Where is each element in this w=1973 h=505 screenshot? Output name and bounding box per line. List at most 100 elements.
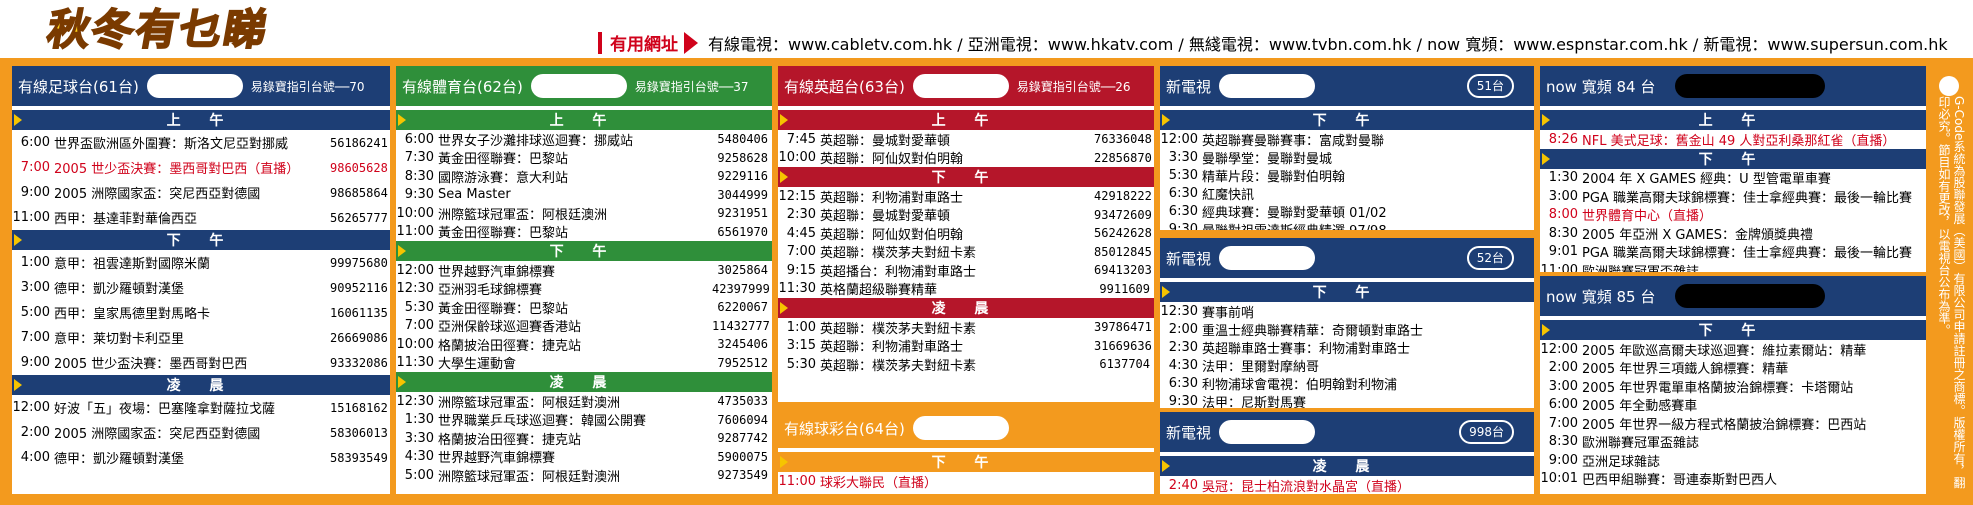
program-title: 英超聯：利物浦對車路士: [820, 340, 964, 355]
schedule: 上 午 6:00 世界盃歐洲區外圍賽：斯洛文尼亞對挪威 56186241 7:00 200…: [12, 110, 390, 470]
program-code: 9231951: [717, 206, 768, 221]
program-title: 西甲：皇家馬德里對馬略卡: [54, 307, 211, 322]
logo: 秋 冬 有 乜 睇: [43, 4, 388, 55]
channel-panel: 有線足球台(61台) 易錄寶指引台號──70 上 午 6:00 世界盃歐洲區外圍賽：斯洛…: [12, 66, 390, 494]
program-title: 西甲：基達菲對華倫西亞: [54, 212, 198, 227]
panel-header: 新電視 51台: [1160, 66, 1534, 106]
program-time: 11:00: [12, 210, 50, 225]
schedule-row: 12:00 2005 年歐巡高爾夫球巡迴賽：維拉素爾站：精華: [1540, 340, 1926, 359]
program-time: 9:01: [1548, 244, 1578, 260]
schedule-row: 11:30 英格蘭超級聯賽精華 9911609: [778, 280, 1154, 298]
channel-number-badge: 998台: [1459, 420, 1514, 444]
program-code: 22856870: [1094, 150, 1152, 165]
channel-title: now 寬頻 84 台: [1546, 77, 1656, 96]
guide-number: 易錄寶指引台號──37: [634, 79, 749, 94]
program-time: 4:30: [1168, 357, 1198, 373]
program-title: 歐洲聯賽冠軍盃雜誌: [1582, 261, 1926, 272]
program-code: 98685864: [330, 185, 388, 200]
program-title: 洲際籃球冠軍盃：阿根廷對澳洲: [438, 395, 621, 411]
program-code: 56242628: [1094, 226, 1152, 241]
program-title: 法甲：尼斯對馬賽: [1202, 395, 1307, 409]
program-time: 7:00: [20, 330, 50, 345]
program-time: 9:30: [404, 187, 434, 203]
schedule-row: 9:30 Sea Master 3044999: [396, 186, 772, 205]
program-time: 8:30: [1548, 225, 1578, 241]
program-time: 2:30: [786, 207, 816, 223]
panel-header: 有線體育台(62台) 易錄寶指引台號──37: [396, 66, 772, 106]
logo-placeholder: [912, 416, 1009, 440]
program-time: 3:00: [20, 280, 50, 295]
program-code: 5900075: [717, 449, 768, 464]
program-time: 3:30: [1168, 149, 1198, 165]
program-time: 4:30: [404, 449, 434, 465]
program-time: 11:00: [1540, 262, 1578, 272]
program-time: 7:45: [786, 131, 816, 147]
program-title: PGA 職業高爾夫球錦標賽：佳士拿經典賽：最後一輪比賽: [1582, 246, 1912, 261]
schedule-row: 9:00 2005 洲際國家盃：突尼西亞對德國 98685864: [12, 180, 390, 205]
program-time: 8:00: [1548, 207, 1578, 223]
schedule-row: 5:30 黃金田徑聯賽：巴黎站 6220067: [396, 298, 772, 317]
program-time: 8:30: [1548, 434, 1578, 450]
program-title: 黃金田徑聯賽：巴黎站: [438, 152, 569, 167]
program-title: 2005 洲際國家盃：突尼西亞對德國: [54, 187, 261, 202]
program-time: 6:00: [20, 135, 50, 150]
section-header: 凌 晨: [778, 298, 1154, 318]
channel-title: 有線英超台(63台): [784, 77, 905, 96]
program-title: 英超聯：曼城對愛華頓: [820, 133, 951, 149]
schedule-row: 11:00 西甲：基達菲對華倫西亞 56265777: [12, 205, 390, 230]
channel-title: 新電視: [1166, 423, 1212, 442]
program-time: 12:15: [778, 188, 816, 204]
program-time: 10:00: [778, 150, 816, 166]
schedule-row: 12:15 英超聯：利物浦對車路士 42918222: [778, 187, 1154, 206]
schedule-row: 11:00 歐洲聯賽冠軍盃雜誌: [1540, 261, 1926, 272]
program-title: 世界越野汽車錦標賽: [438, 264, 556, 280]
program-time: 11:30: [778, 281, 816, 297]
channel-panel: 有線英超台(63台) 易錄寶指引台號──26 上 午 7:45 英超聯：曼城對愛華頓 76…: [778, 66, 1154, 402]
schedule-row: 4:45 英超聯：阿仙奴對伯明翰 56242628: [778, 224, 1154, 243]
logo-placeholder: [1219, 74, 1316, 98]
program-code: 93332086: [330, 355, 388, 370]
schedule-row: 2:00 2005 年世界三項鐵人錦標賽：精華: [1540, 359, 1926, 377]
program-time: 12:00: [1540, 341, 1578, 357]
program-code: 56265777: [330, 210, 388, 225]
panel-header: 有線足球台(61台) 易錄寶指引台號──70: [12, 66, 390, 106]
program-code: 3025864: [717, 263, 768, 278]
program-code: 9229116: [717, 169, 768, 184]
program-time: 12:00: [396, 262, 434, 278]
logo-char: 秋: [43, 4, 96, 55]
program-code: 42397999: [712, 281, 770, 296]
schedule-row: 5:00 洲際籃球冠軍盃：阿根廷對澳洲 9273549: [396, 466, 772, 485]
schedule: 下 午 12:30 賽事前哨 2:00 重溫士經典聯賽精華：奇爾頓對車路士 2:30 英超聯…: [1160, 282, 1534, 408]
logo-placeholder: [146, 74, 243, 98]
panel-header: 新電視 998台: [1160, 412, 1534, 452]
links-label: 有用網址: [610, 35, 678, 55]
schedule-row: 6:30 紅魔快訊: [1160, 184, 1534, 203]
program-title: 意甲：祖雲達斯對國際米蘭: [54, 257, 211, 272]
schedule-row: 11:30 大學生運動會 7952512: [396, 354, 772, 372]
schedule: 下 午 12:00 英超聯賽曼聯賽事：富咸對曼聯 3:30 曼聯學堂：曼聯對曼城 5:30…: [1160, 110, 1534, 230]
logo-char: 冬: [87, 4, 140, 55]
program-code: 31669636: [1094, 338, 1152, 353]
program-title: 2005 洲際國家盃：突尼西亞對德國: [54, 427, 261, 442]
section-header: 下 午: [12, 230, 390, 250]
schedule-row: 12:00 好波「五」夜場：巴塞隆拿對薩拉戈薩 15168162: [12, 395, 390, 420]
logo-placeholder: [530, 74, 627, 98]
schedule-row: 7:00 亞洲保齡球巡迴賽香港站 11432777: [396, 317, 772, 335]
program-time: 5:00: [20, 305, 50, 320]
program-title: 2005 年世界一級方程式格蘭披治錦標賽：巴西站: [1582, 417, 1867, 433]
schedule-row: 6:00 世界女子沙灘排球巡迴賽：挪威站 5480406: [396, 130, 772, 149]
section-header: 上 午: [778, 110, 1154, 130]
program-title: 吳冠：昆士柏流浪對水晶宮（直播）: [1202, 479, 1411, 495]
schedule: 上 午 8:26 NFL 美式足球：舊金山 49 人對亞利桑那紅雀（直播）下 午 1:…: [1540, 110, 1926, 272]
logo-placeholder: [1219, 420, 1316, 444]
program-time: 7:00: [404, 318, 434, 334]
program-title: 黃金田徑聯賽：巴黎站: [438, 301, 569, 317]
schedule-row: 5:00 西甲：皇家馬德里對馬略卡 16061135: [12, 300, 390, 325]
program-code: 56186241: [330, 135, 388, 150]
program-title: 英超聯賽曼聯賽事：富咸對曼聯: [1202, 133, 1385, 149]
schedule-row: 3:00 PGA 職業高爾夫球錦標賽：佳士拿經典賽：最後一輪比賽: [1540, 187, 1926, 206]
useful-links: 有用網址 有線電視：www.cabletv.com.hk / 亞洲電視：www.…: [598, 30, 1948, 55]
schedule-row: 8:30 國際游泳賽：意大利站 9229116: [396, 167, 772, 186]
program-code: 9287742: [717, 431, 768, 446]
program-title: Sea Master: [438, 187, 511, 203]
